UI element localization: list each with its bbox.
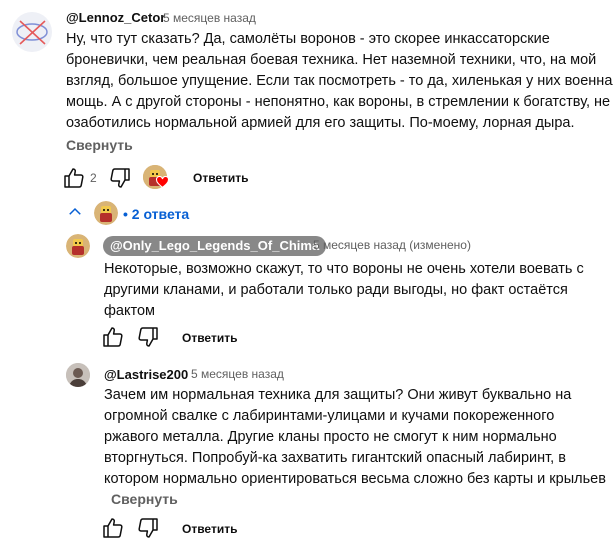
chevron-up-icon bbox=[69, 207, 81, 215]
heart-icon bbox=[156, 176, 169, 188]
reply-timestamp[interactable]: 5 месяцев назад bbox=[191, 367, 284, 381]
comment-text: Ну, что тут сказать? Да, самолёты вороно… bbox=[66, 29, 613, 134]
reply-author-chip[interactable]: @Only_Lego_Legends_Of_Chima bbox=[103, 236, 327, 256]
reply-text-line: вторгнуться. Попробуй-ка захватить гиган… bbox=[104, 450, 566, 466]
reply-text-line: другими кланами, и работали только ради … bbox=[104, 282, 568, 298]
like-button[interactable] bbox=[62, 166, 86, 190]
like-button[interactable] bbox=[101, 325, 125, 349]
collapse-button[interactable]: Свернуть bbox=[66, 137, 133, 153]
thumbs-down-icon bbox=[110, 168, 130, 188]
comment-text-line: броневички, чем реальная боевая техника.… bbox=[66, 52, 597, 68]
reply-button[interactable]: Ответить bbox=[182, 522, 237, 536]
thumbs-down-icon bbox=[138, 518, 158, 538]
replier-avatar bbox=[94, 201, 118, 225]
comment-text-line: озаботились нормальной армией для его за… bbox=[66, 115, 575, 131]
like-count: 2 bbox=[90, 171, 97, 185]
reply-text-line: ржавого металла. Другие кланы просто не … bbox=[104, 429, 557, 445]
comment-author[interactable]: @Lennoz_Cetor bbox=[66, 10, 165, 25]
creator-avatar-icon bbox=[66, 234, 90, 258]
reply-button[interactable]: Ответить bbox=[182, 331, 237, 345]
like-button[interactable] bbox=[101, 516, 125, 540]
creator-heart-badge bbox=[143, 165, 169, 189]
comment-text-line: взгляд, большое упущение. Если так посмо… bbox=[66, 73, 613, 89]
reply-author[interactable]: @Lastrise200 bbox=[104, 367, 188, 382]
reply-text-line: огромной свалке с лабиринтами-улицами и … bbox=[104, 408, 555, 424]
avatar[interactable] bbox=[66, 234, 90, 258]
reply-text-line: котором нормально ориентироваться весьма… bbox=[104, 471, 606, 487]
thumbs-down-icon bbox=[138, 327, 158, 347]
reply-button[interactable]: Ответить bbox=[193, 171, 248, 185]
creator-avatar-icon bbox=[94, 201, 118, 225]
thumbs-up-icon bbox=[103, 518, 123, 538]
user-photo-icon bbox=[66, 363, 90, 387]
crossed-out-avatar-icon bbox=[16, 20, 48, 45]
reply-text: Зачем им нормальная техника для защиты? … bbox=[104, 385, 606, 490]
reply-text-line: Некоторые, возможно скажут, то что ворон… bbox=[104, 261, 584, 277]
comment-timestamp[interactable]: 5 месяцев назад bbox=[163, 11, 256, 25]
thumbs-up-icon bbox=[103, 327, 123, 347]
reply-timestamp[interactable]: 5 месяцев назад (изменено) bbox=[313, 238, 471, 252]
replies-count-link[interactable]: • 2 ответа bbox=[123, 206, 189, 222]
dislike-button[interactable] bbox=[136, 325, 160, 349]
avatar[interactable] bbox=[66, 363, 90, 387]
replies-toggle-button[interactable] bbox=[66, 203, 84, 221]
comment-text-line: Ну, что тут сказать? Да, самолёты вороно… bbox=[66, 31, 550, 47]
reply-text-line: Зачем им нормальная техника для защиты? … bbox=[104, 387, 572, 403]
collapse-button[interactable]: Свернуть bbox=[111, 491, 178, 507]
dislike-button[interactable] bbox=[108, 166, 132, 190]
avatar[interactable] bbox=[12, 12, 52, 52]
comment-text-line: мощь. А с другой стороны - непонятно, ка… bbox=[66, 94, 611, 110]
reply-text: Некоторые, возможно скажут, то что ворон… bbox=[104, 259, 584, 322]
thumbs-up-icon bbox=[64, 168, 84, 188]
dislike-button[interactable] bbox=[136, 516, 160, 540]
reply-text-line: фактом bbox=[104, 303, 156, 319]
